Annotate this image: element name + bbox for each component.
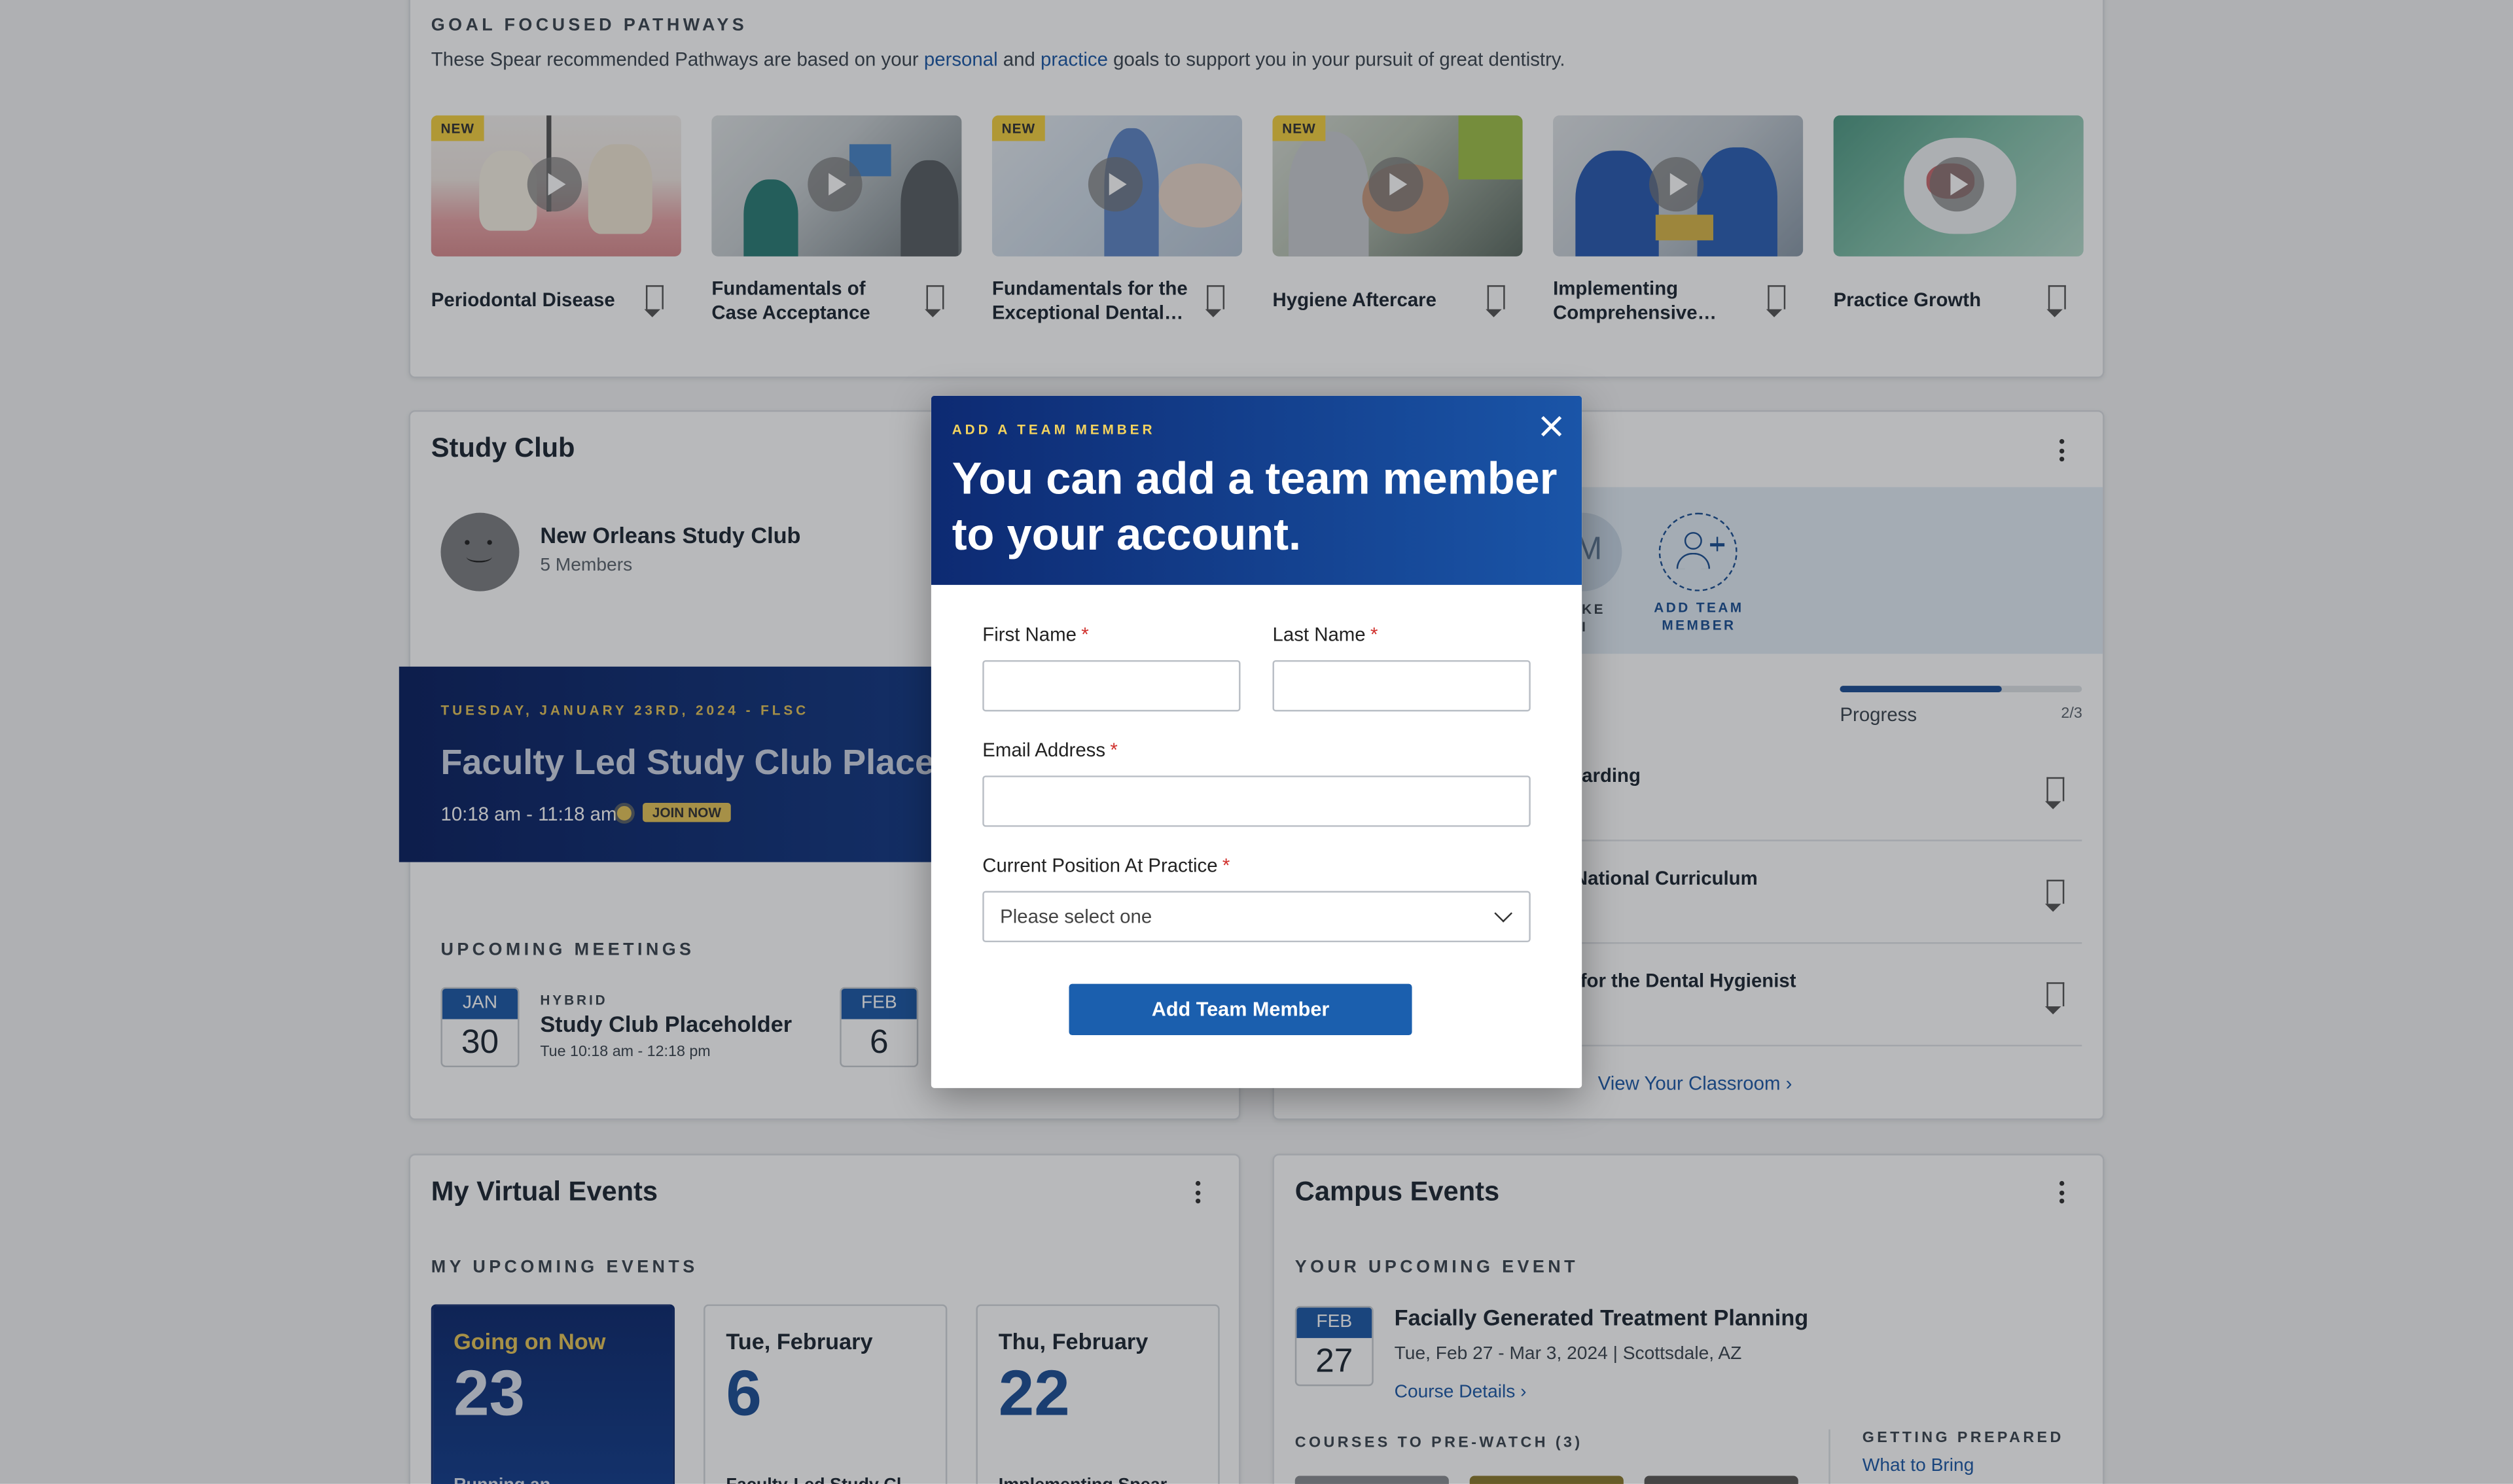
last-name-field[interactable]: [1272, 660, 1531, 712]
first-name-field[interactable]: [982, 660, 1241, 712]
email-field[interactable]: [982, 775, 1531, 827]
position-select[interactable]: Please select one: [982, 891, 1531, 943]
add-team-member-button[interactable]: Add Team Member: [1069, 983, 1412, 1036]
position-label: Current Position At Practice *: [982, 854, 1230, 877]
last-name-label: Last Name *: [1272, 623, 1378, 646]
modal-title: You can add a team member to your accoun…: [952, 453, 1558, 559]
email-label: Email Address *: [982, 738, 1118, 762]
position-select-value: Please select one: [1000, 905, 1152, 928]
modal-header: ADD A TEAM MEMBER You can add a team mem…: [931, 395, 1582, 585]
chevron-down-icon: [1494, 904, 1513, 923]
close-icon[interactable]: [1537, 412, 1566, 440]
first-name-label: First Name *: [982, 623, 1089, 646]
add-team-member-modal: ADD A TEAM MEMBER You can add a team mem…: [931, 395, 1582, 1088]
modal-kicker: ADD A TEAM MEMBER: [952, 421, 1156, 438]
